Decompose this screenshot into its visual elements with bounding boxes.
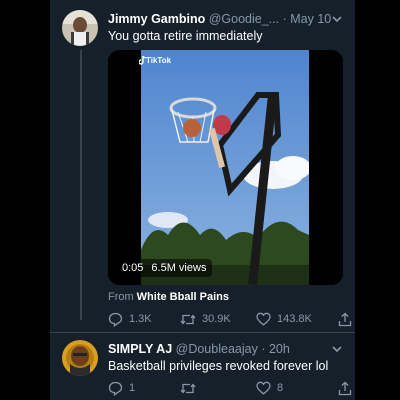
author-name[interactable]: Jimmy Gambino <box>108 12 205 26</box>
reply-reply-count: 1 <box>129 382 136 394</box>
video-frame <box>108 50 343 285</box>
reply-count: 1.3K <box>129 313 152 325</box>
reply-like-button[interactable]: 8 <box>256 380 283 396</box>
retweet-icon <box>180 313 196 325</box>
tweet-actions: 1.3K 30.9K 143.8K <box>108 311 353 327</box>
reply-share-button[interactable] <box>338 380 352 396</box>
tiktok-watermark: TikTok <box>146 56 172 65</box>
video-info-badge: 0:05 6.5M views <box>116 259 213 277</box>
video-views: 6.5M views <box>151 262 207 274</box>
timeline-panel: Jimmy Gambino @Goodie_... · May 10 You g… <box>50 0 355 400</box>
author-avatar[interactable] <box>62 10 98 46</box>
video-duration: 0:05 <box>122 262 144 274</box>
reply-actions: 1 8 <box>108 380 353 396</box>
source-attribution: From White Bball Pains <box>108 291 229 303</box>
reply-like-count: 8 <box>277 382 284 394</box>
separator-dot: · <box>282 12 287 26</box>
author-handle[interactable]: @Goodie_... <box>209 12 279 26</box>
reply-button[interactable]: 1.3K <box>108 311 152 327</box>
like-count: 143.8K <box>277 313 312 325</box>
reply-icon <box>108 312 123 327</box>
reply-author-avatar[interactable] <box>62 340 98 376</box>
tiktok-logo-icon <box>139 56 146 65</box>
heart-icon <box>256 381 271 395</box>
share-icon <box>338 312 352 326</box>
from-label: From <box>108 291 134 303</box>
tweet-date[interactable]: May 10 <box>290 12 331 26</box>
tweet-header: Jimmy Gambino @Goodie_... · May 10 <box>108 12 331 26</box>
reply-author-name[interactable]: SIMPLY AJ <box>108 342 172 356</box>
chevron-down-icon[interactable] <box>330 342 344 356</box>
reply-author-handle[interactable]: @Doubleaajay <box>176 342 258 356</box>
chevron-down-icon[interactable] <box>330 12 344 26</box>
thread-connector <box>80 50 82 320</box>
retweet-button[interactable]: 30.9K <box>180 311 231 327</box>
reply-header: SIMPLY AJ @Doubleaajay · 20h <box>108 342 290 356</box>
retweet-count: 30.9K <box>202 313 231 325</box>
tweet-text: You gotta retire immediately <box>108 29 263 43</box>
tweet-divider <box>50 332 355 333</box>
reply-separator-dot: · <box>261 342 266 356</box>
reply-icon <box>108 381 123 396</box>
source-account-link[interactable]: White Bball Pains <box>137 291 229 303</box>
reply-date[interactable]: 20h <box>269 342 290 356</box>
retweet-icon <box>180 382 196 394</box>
share-button[interactable] <box>338 311 352 327</box>
reply-reply-button[interactable]: 1 <box>108 380 135 396</box>
video-player[interactable]: TikTok 0:05 6.5M views <box>108 50 343 285</box>
reply-text: Basketball privileges revoked forever lo… <box>108 359 329 373</box>
heart-icon <box>256 312 271 326</box>
share-icon <box>338 381 352 395</box>
reply-retweet-button[interactable] <box>180 380 202 396</box>
like-button[interactable]: 143.8K <box>256 311 312 327</box>
